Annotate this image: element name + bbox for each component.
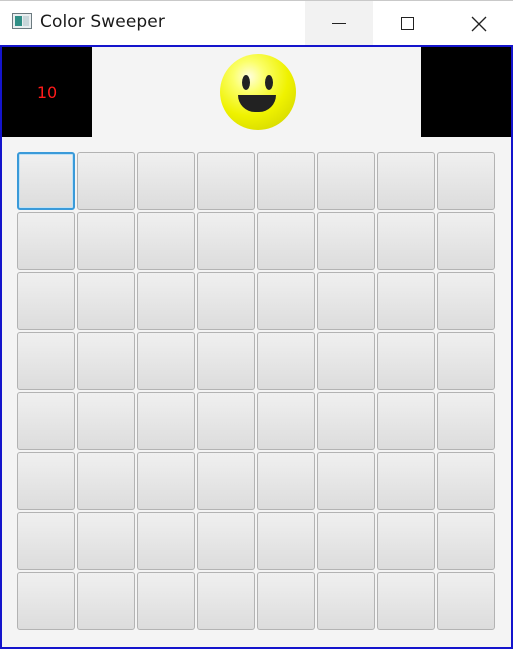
- close-button[interactable]: [445, 1, 513, 46]
- board-cell[interactable]: [197, 392, 255, 450]
- board-cell[interactable]: [77, 272, 135, 330]
- board-cell[interactable]: [197, 212, 255, 270]
- board-cell[interactable]: [17, 572, 75, 630]
- board-cell[interactable]: [437, 392, 495, 450]
- board-cell[interactable]: [257, 452, 315, 510]
- board-cell[interactable]: [257, 152, 315, 210]
- board-cell[interactable]: [17, 152, 75, 210]
- board-cell[interactable]: [437, 452, 495, 510]
- board-cell[interactable]: [197, 272, 255, 330]
- board-cell[interactable]: [137, 272, 195, 330]
- board-cell[interactable]: [317, 392, 375, 450]
- board-cell[interactable]: [257, 572, 315, 630]
- board-cell[interactable]: [197, 452, 255, 510]
- board-cell[interactable]: [17, 452, 75, 510]
- board-cell[interactable]: [17, 212, 75, 270]
- board-cell[interactable]: [197, 152, 255, 210]
- board-cell[interactable]: [77, 332, 135, 390]
- board-cell[interactable]: [137, 152, 195, 210]
- window-title: Color Sweeper: [40, 12, 165, 32]
- board-cell[interactable]: [257, 212, 315, 270]
- maximize-icon: [400, 17, 414, 30]
- board-cell[interactable]: [437, 512, 495, 570]
- mine-counter: 10: [2, 47, 92, 137]
- board-cell[interactable]: [377, 392, 435, 450]
- app-window-icon: [12, 13, 32, 29]
- board-cell[interactable]: [77, 512, 135, 570]
- board-cell[interactable]: [377, 272, 435, 330]
- board-cell[interactable]: [77, 152, 135, 210]
- smiley-left-eye: [242, 75, 250, 90]
- board-cell[interactable]: [197, 512, 255, 570]
- game-board: [17, 152, 495, 630]
- board-cell[interactable]: [377, 572, 435, 630]
- board-cell[interactable]: [137, 332, 195, 390]
- game-window: 10: [0, 45, 513, 649]
- board-cell[interactable]: [377, 332, 435, 390]
- smiley-right-eye: [265, 75, 273, 90]
- board-cell[interactable]: [137, 452, 195, 510]
- board-cell[interactable]: [17, 512, 75, 570]
- board-cell[interactable]: [317, 152, 375, 210]
- board-cell[interactable]: [77, 212, 135, 270]
- board-cell[interactable]: [317, 272, 375, 330]
- board-cell[interactable]: [77, 452, 135, 510]
- maximize-button[interactable]: [373, 1, 441, 46]
- board-cell[interactable]: [377, 452, 435, 510]
- board-cell[interactable]: [257, 332, 315, 390]
- board-cell[interactable]: [437, 152, 495, 210]
- board-cell[interactable]: [197, 572, 255, 630]
- board-cell[interactable]: [137, 212, 195, 270]
- board-cell[interactable]: [317, 572, 375, 630]
- mine-counter-value: 10: [36, 82, 58, 102]
- board-cell[interactable]: [17, 272, 75, 330]
- board-cell[interactable]: [137, 392, 195, 450]
- board-cell[interactable]: [77, 392, 135, 450]
- board-cell[interactable]: [17, 392, 75, 450]
- board-cell[interactable]: [257, 512, 315, 570]
- board-cell[interactable]: [377, 212, 435, 270]
- board-cell[interactable]: [137, 572, 195, 630]
- close-icon: [471, 16, 487, 31]
- timer-display: [421, 47, 511, 137]
- board-cell[interactable]: [317, 332, 375, 390]
- board-cell[interactable]: [17, 332, 75, 390]
- smiley-mouth: [238, 95, 276, 112]
- board-cell[interactable]: [437, 212, 495, 270]
- board-cell[interactable]: [257, 392, 315, 450]
- game-header: 10: [2, 47, 511, 137]
- board-cell[interactable]: [377, 152, 435, 210]
- board-cell[interactable]: [77, 572, 135, 630]
- board-cell[interactable]: [437, 332, 495, 390]
- smiley-reset-button[interactable]: [220, 54, 296, 130]
- board-cell[interactable]: [257, 272, 315, 330]
- board-cell[interactable]: [437, 272, 495, 330]
- board-cell[interactable]: [317, 212, 375, 270]
- board-cell[interactable]: [317, 452, 375, 510]
- board-cell[interactable]: [317, 512, 375, 570]
- board-cell[interactable]: [437, 572, 495, 630]
- minimize-icon: [332, 23, 346, 24]
- board-cell[interactable]: [377, 512, 435, 570]
- title-bar: Color Sweeper: [0, 0, 513, 46]
- minimize-button[interactable]: [305, 1, 373, 46]
- board-cell[interactable]: [197, 332, 255, 390]
- board-cell[interactable]: [137, 512, 195, 570]
